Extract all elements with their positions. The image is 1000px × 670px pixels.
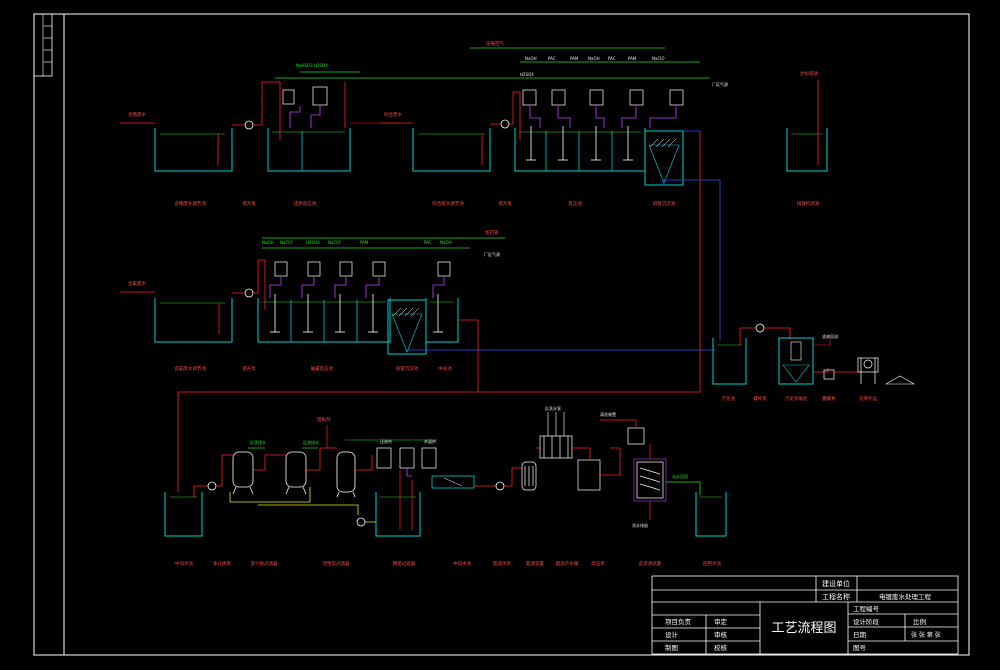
title-block [651, 575, 959, 655]
row1-reagent-10: H2SO4 [520, 72, 534, 77]
row2-reagent-2: NaClO [280, 240, 293, 245]
sludge-extra-label: 滤液回流 [822, 333, 838, 339]
sludge-label-3: 污泥浓缩池 [785, 395, 808, 402]
row1-reagent-8: PAM [628, 56, 637, 61]
row3-tag-5: 杀菌剂 [424, 438, 436, 444]
row1-label-1: 含铬废水调节池 [174, 200, 206, 207]
row3-tag-7: 清洗装置 [600, 411, 616, 417]
row2-reagent-1: NaOH [262, 240, 274, 245]
row1-inflow-1: 含铬废水 [128, 111, 146, 118]
tb-right-row2-a: 设计阶段 [853, 617, 880, 626]
row1-inflow-2: 综合废水 [384, 111, 402, 118]
air-header-label: 压缩空气 [486, 40, 504, 47]
row2-label-5: 中间池 [438, 365, 452, 372]
row1-label-8: 排放检测池 [797, 200, 820, 207]
row2-label-1: 含氰废水调节池 [174, 365, 206, 372]
tb-right-row3-b: 张 张 第 张 [911, 631, 941, 639]
tb-left-row3-b: 校核 [714, 643, 728, 652]
row3-label-10: 高压泵 [591, 560, 605, 567]
row2-label-3: 破氰反应池 [311, 365, 334, 372]
row1-label-5: 提升泵 [498, 200, 512, 207]
row3-tag-1: 反洗排水 [250, 439, 266, 445]
row2-reagent-6: PAC [424, 240, 432, 245]
row3-label-2: 多介质泵 [213, 560, 231, 567]
row2-label-4: 斜管沉淀池 [396, 365, 419, 372]
row3-label-11: 反渗透装置 [639, 560, 662, 567]
row1-reagent-4: PAC [548, 56, 556, 61]
row1-label-7: 斜管沉淀池 [653, 200, 676, 207]
row2-inflow: 含氰废水 [128, 280, 146, 287]
row3-label-7: 超滤水泵 [493, 560, 511, 567]
row1-discharge-label: 达标排放 [800, 70, 818, 77]
project-label: 工程名称 [822, 592, 850, 601]
sludge-label-1: 污泥池 [721, 395, 735, 402]
drawing-title: 工艺流程图 [771, 621, 836, 636]
air-source-label-1: 厂区气源 [712, 81, 728, 87]
row2-reagent-3: H2SO4 [306, 240, 320, 245]
row2-reagent-5: PAM [360, 240, 369, 245]
effluent-line-row2 [458, 319, 479, 392]
row1-reagent-1: NaHSO3 [296, 63, 313, 68]
tb-right-row1-a: 工程编号 [853, 604, 880, 613]
row1-reagent-7: PAC [608, 56, 616, 61]
tb-left-row3-a: 制图 [665, 643, 678, 652]
row3-label-8: 超滤装置 [526, 560, 544, 567]
sludge-label-4: 叠螺机 [822, 395, 836, 402]
row3-label-12: 回用水池 [703, 560, 721, 567]
tb-left-row2-b: 审核 [714, 630, 728, 639]
row3-tag-6: 反洗水泵 [545, 405, 561, 411]
unit-label: 建设单位 [822, 579, 850, 588]
row3-label-1: 中间水池 [175, 560, 193, 567]
row1-label-4: 综合废水调节池 [432, 200, 464, 207]
row3-label-6: 中间水池 [453, 560, 471, 567]
sludge-process: 滤液回流 污泥池 螺杆泵 污泥浓缩池 叠螺机 泥饼外运 [712, 323, 916, 402]
sludge-label-5: 泥饼外运 [859, 395, 877, 402]
tb-right-row4-a: 图号 [853, 644, 867, 652]
process-flow-drawing: 建设单位 工程名称 电镀废水处理工程 工艺流程图 项目负责 审定 设计 审核 制… [0, 0, 1000, 666]
row2-reagent-4: NaClO [328, 240, 341, 245]
sludge-label-2: 螺杆泵 [753, 395, 767, 402]
row3-process: 反洗排水 反洗排水 阻垢剂 还原剂 杀菌剂 反洗水泵 清洗装置 浓水排放 淡水回… [164, 405, 727, 567]
drawing-canvas: 建设单位 工程名称 电镀废水处理工程 工艺流程图 项目负责 审定 设计 审核 制… [33, 13, 970, 656]
tb-right-row3-a: 日期 [853, 631, 867, 639]
project-name: 电镀废水处理工程 [879, 592, 932, 601]
side-strip [33, 13, 53, 77]
tb-left-row1-a: 项目负责 [665, 617, 692, 626]
air-source-label-2: 厂区气源 [484, 251, 500, 257]
row2-reagent-7: NaOH [440, 240, 452, 245]
row2-header-label: 加药管 [485, 229, 499, 236]
row2-label-2: 提升泵 [242, 365, 256, 372]
row3-tag-3: 阻垢剂 [317, 416, 331, 423]
row1-reagent-9: NaClO [652, 56, 665, 61]
row1-reagent-6: NaOH [588, 56, 600, 61]
row3-label-3: 多介质过滤器 [251, 560, 278, 567]
row1-reagent-5: PAM [570, 56, 579, 61]
row3-label-9: 超滤产水箱 [556, 560, 579, 567]
tb-left-row2-a: 设计 [665, 630, 679, 639]
row3-label-4: 活性炭过滤器 [323, 560, 350, 567]
effluent-line-row1-row2 [177, 131, 701, 492]
tb-right-row2-b: 比例 [913, 617, 926, 626]
row1-reagent-3: NaOH [525, 56, 537, 61]
tb-left-row1-b: 审定 [714, 617, 728, 626]
row3-label-5: 精密过滤器 [393, 560, 416, 567]
row3-tag-9: 淡水回用 [672, 473, 688, 479]
row3-tag-4: 还原剂 [380, 438, 392, 444]
row3-tag-2: 反洗排水 [303, 439, 319, 445]
row3-tag-8: 浓水排放 [632, 522, 648, 528]
row2-process: 加药管 厂区气源 含氰废水 NaOH NaClO H2SO4 NaClO PAM… [120, 229, 715, 372]
row1-label-6: 反应池 [568, 200, 582, 207]
row1-label-3: 还原反应池 [294, 200, 317, 207]
row1-process: 压缩空气 厂区气源 NaHSO3 H2SO4 NaOH PAC PAM NaOH… [120, 40, 828, 207]
row1-label-2: 提升泵 [242, 200, 256, 207]
row1-reagent-2: H2SO4 [314, 63, 328, 68]
